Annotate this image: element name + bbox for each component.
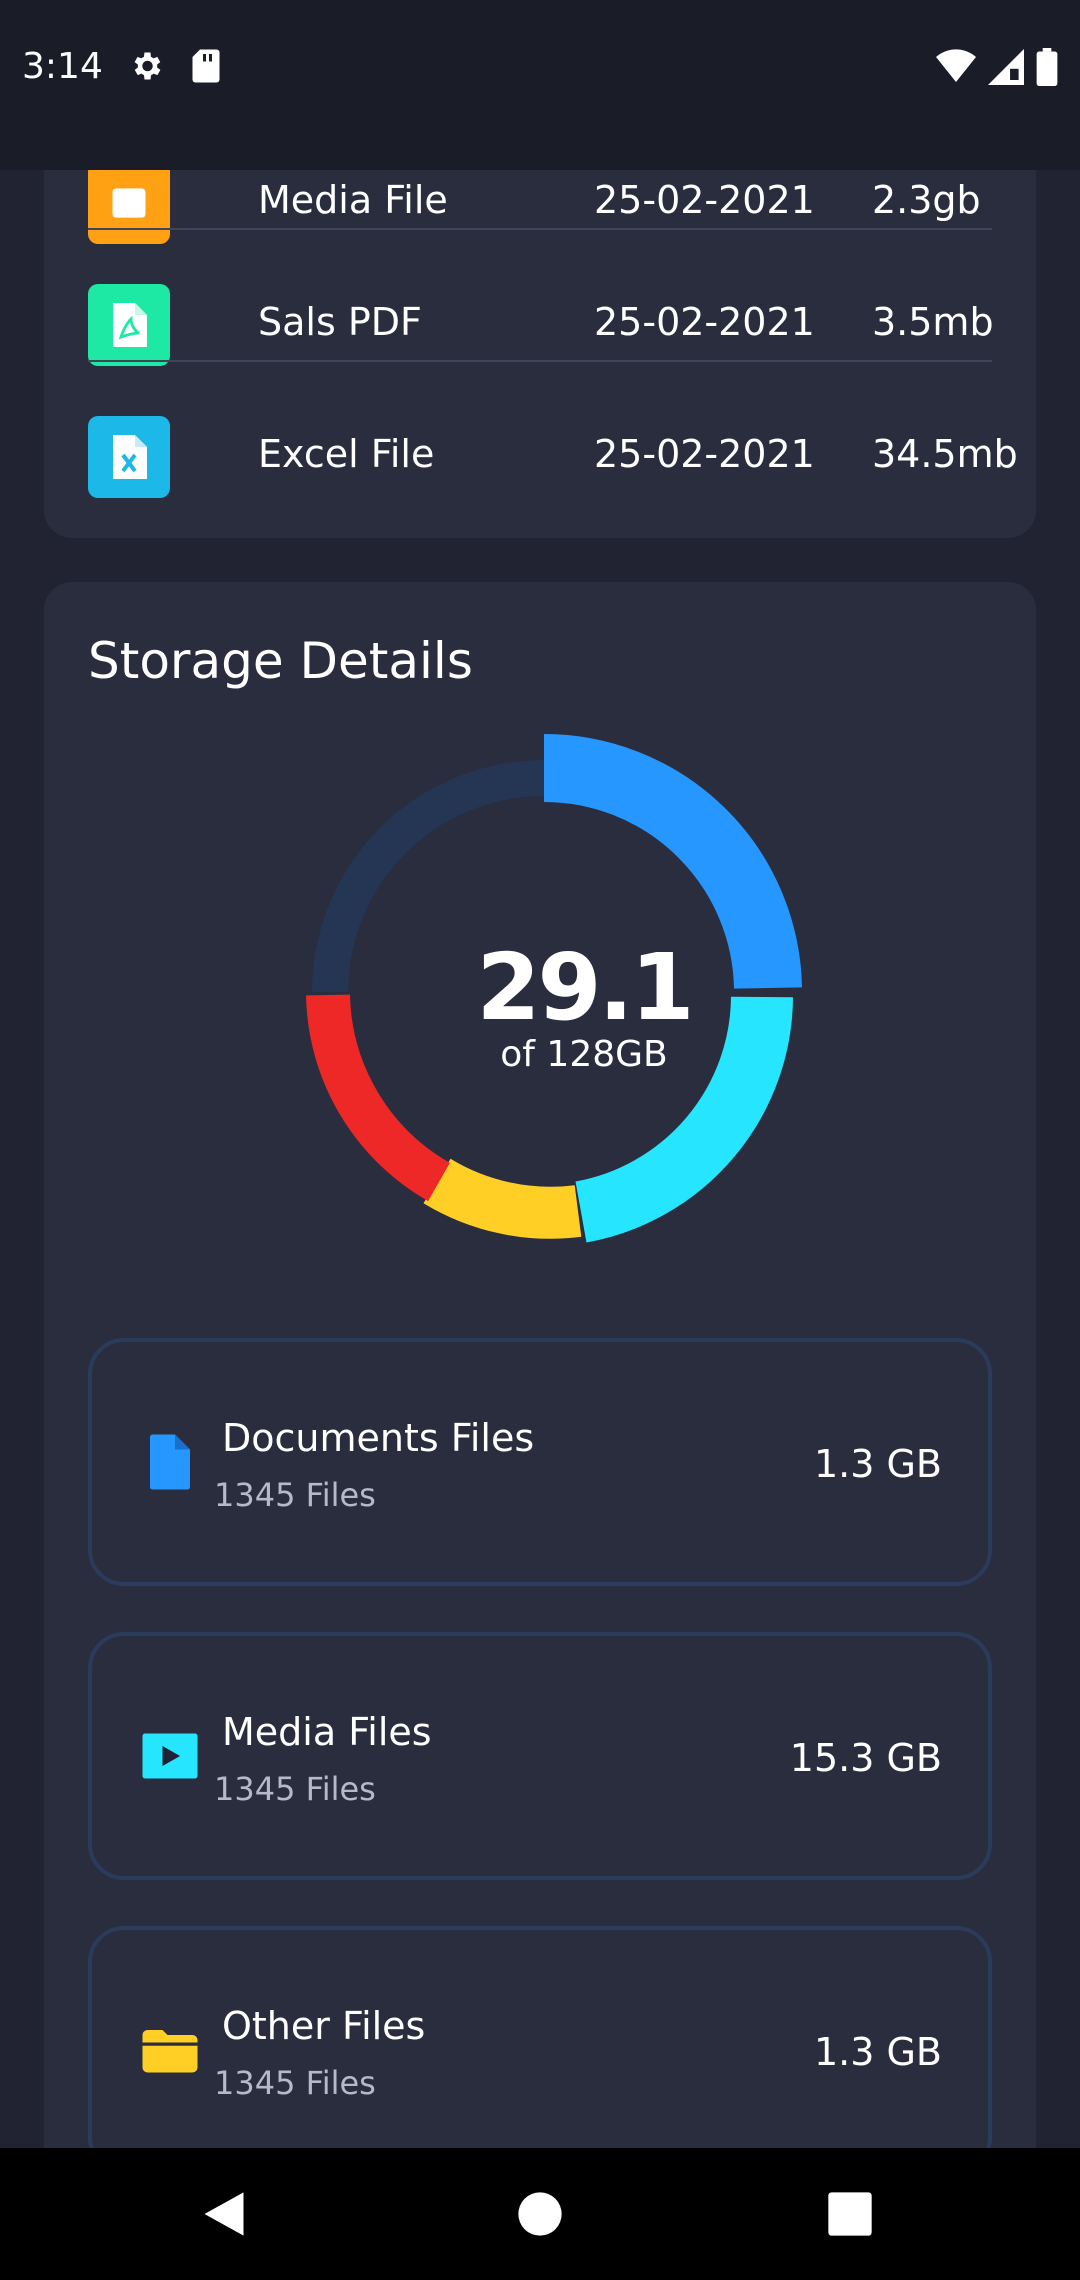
file-name: Excel File	[258, 432, 435, 476]
sd-card-icon	[192, 49, 220, 83]
file-date: 25-02-2021	[594, 300, 815, 344]
app-screen: Media File 25-02-2021 2.3gb Sals PDF 25-…	[0, 0, 1080, 2280]
file-name: Media File	[258, 178, 448, 222]
storage-total-label: of 128GB	[500, 1034, 668, 1075]
storage-item-size: 15.3 GB	[789, 1736, 942, 1780]
cell-signal-icon	[988, 49, 1024, 85]
recents-icon[interactable]	[824, 2188, 876, 2240]
status-bar: 3:14	[0, 0, 1080, 170]
scroll-content[interactable]: Media File 25-02-2021 2.3gb Sals PDF 25-…	[0, 0, 1080, 2148]
folder-icon	[142, 2030, 198, 2073]
settings-icon	[134, 52, 161, 80]
file-name: Sals PDF	[258, 300, 422, 344]
storage-item-title: Other Files	[222, 2004, 426, 2048]
status-time: 3:14	[22, 46, 103, 87]
media-file-icon	[88, 162, 170, 244]
storage-item-size: 1.3 GB	[813, 1442, 942, 1486]
row-divider	[88, 228, 992, 230]
storage-item-title: Documents Files	[222, 1416, 535, 1460]
file-size: 3.5mb	[872, 300, 994, 344]
file-row-excel[interactable]: Excel File 25-02-2021 34.5mb	[88, 382, 1018, 514]
storage-item-size: 1.3 GB	[813, 2030, 942, 2074]
storage-title: Storage Details	[88, 632, 473, 690]
home-icon[interactable]	[514, 2188, 566, 2240]
storage-item-count: 1345 Files	[214, 2064, 376, 2102]
navigation-bar	[0, 2148, 1080, 2280]
storage-item-other[interactable]: Other Files 1345 Files 1.3 GB	[88, 1926, 992, 2148]
file-size: 34.5mb	[872, 432, 1018, 476]
storage-item-count: 1345 Files	[214, 1770, 376, 1808]
row-divider	[88, 360, 992, 362]
status-icons	[936, 48, 1058, 86]
storage-details-card: Storage Details 29.1 of 128GB Documents …	[44, 582, 1036, 2148]
storage-item-documents[interactable]: Documents Files 1345 Files 1.3 GB	[88, 1338, 992, 1586]
file-date: 25-02-2021	[594, 178, 815, 222]
media-play-icon	[142, 1733, 198, 1779]
storage-used-value: 29.1	[476, 934, 695, 1041]
file-size: 2.3gb	[872, 178, 981, 222]
storage-item-title: Media Files	[222, 1710, 432, 1754]
storage-item-count: 1345 Files	[214, 1476, 376, 1514]
excel-file-icon	[88, 416, 170, 498]
pdf-file-icon	[88, 284, 170, 366]
document-icon	[150, 1434, 190, 1490]
wifi-icon	[936, 49, 976, 82]
file-date: 25-02-2021	[594, 432, 815, 476]
storage-item-media[interactable]: Media Files 1345 Files 15.3 GB	[88, 1632, 992, 1880]
back-icon[interactable]	[198, 2188, 250, 2240]
file-row-pdf[interactable]: Sals PDF 25-02-2021 3.5mb	[88, 250, 994, 382]
donut-segment-other	[423, 1158, 582, 1239]
battery-icon	[1036, 48, 1058, 86]
